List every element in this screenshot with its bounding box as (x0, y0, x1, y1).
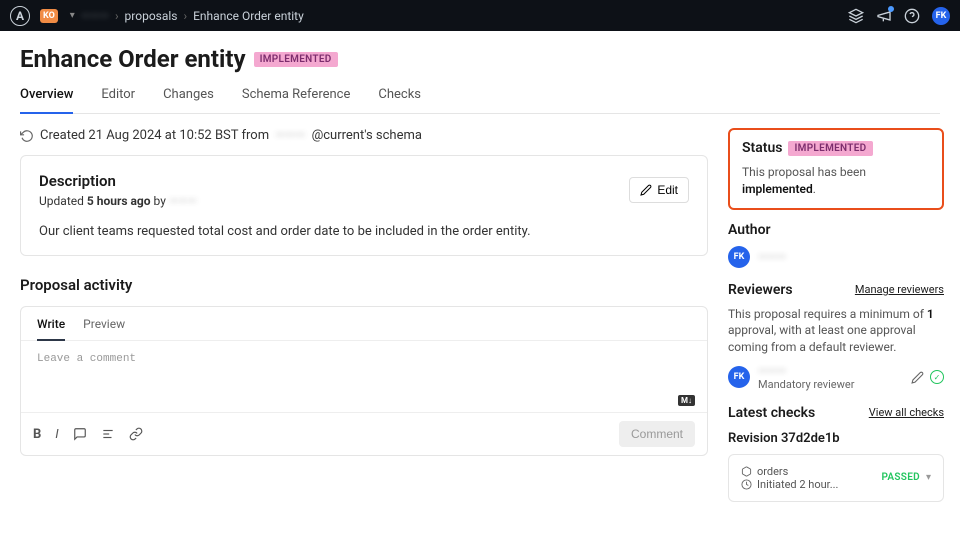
breadcrumb-org[interactable]: ——— (81, 9, 109, 23)
quote-icon[interactable] (73, 427, 87, 441)
author-section: Author FK ——— (728, 222, 944, 268)
preview-tab[interactable]: Preview (83, 317, 125, 340)
breadcrumb-current: Enhance Order entity (193, 9, 304, 23)
sidebar: Status IMPLEMENTED This proposal has bee… (728, 114, 960, 548)
status-badge-side: IMPLEMENTED (788, 141, 872, 156)
reviewer-avatar: FK (728, 366, 750, 388)
main-content: Created 21 Aug 2024 at 10:52 BST from ——… (0, 114, 728, 548)
user-avatar[interactable]: FK (932, 7, 950, 25)
comment-button[interactable]: Comment (619, 421, 695, 447)
check-result-card[interactable]: orders Initiated 2 hour... PASSED ▾ (728, 454, 944, 502)
write-tab[interactable]: Write (37, 317, 65, 341)
chevron-down-icon[interactable]: ▾ (70, 10, 75, 21)
checks-title: Latest checks (728, 405, 815, 421)
reviewer-name: ——— (758, 364, 854, 378)
layers-icon[interactable] (848, 8, 864, 24)
top-bar: A KO ▾ ——— › proposals › Enhance Order e… (0, 0, 960, 31)
tab-checks[interactable]: Checks (378, 87, 421, 113)
tabs: Overview Editor Changes Schema Reference… (20, 87, 940, 114)
clock-icon (741, 479, 752, 490)
status-badge: IMPLEMENTED (254, 52, 338, 67)
revision-label: Revision 37d2de1b (728, 431, 944, 446)
page-header: Enhance Order entity IMPLEMENTED Overvie… (0, 31, 960, 114)
cube-icon (741, 466, 752, 477)
tab-changes[interactable]: Changes (163, 87, 214, 113)
markdown-badge: M↓ (678, 395, 695, 406)
org-badge[interactable]: KO (40, 9, 58, 23)
reviewers-title: Reviewers (728, 282, 793, 298)
status-callout: Status IMPLEMENTED This proposal has bee… (728, 128, 944, 210)
description-title: Description (39, 172, 197, 190)
comment-box: Write Preview Leave a comment M↓ B I Com… (20, 306, 708, 456)
breadcrumb-separator: › (184, 9, 188, 23)
help-icon[interactable] (904, 8, 920, 24)
announcement-icon[interactable] (876, 8, 892, 24)
status-title: Status (742, 140, 782, 156)
list-icon[interactable] (101, 427, 115, 441)
approved-icon: ✓ (930, 370, 944, 384)
chevron-down-icon[interactable]: ▾ (926, 472, 931, 483)
checks-section: Latest checks View all checks Revision 3… (728, 405, 944, 502)
author-name: ——— (758, 250, 786, 264)
edit-reviewer-icon[interactable] (911, 371, 924, 384)
check-status: PASSED (881, 472, 919, 483)
activity-title: Proposal activity (20, 276, 708, 294)
description-card: Description Updated 5 hours ago by ——— E… (20, 155, 708, 256)
tab-editor[interactable]: Editor (101, 87, 135, 113)
view-all-checks-link[interactable]: View all checks (869, 406, 944, 419)
reviewer-role: Mandatory reviewer (758, 378, 854, 391)
manage-reviewers-link[interactable]: Manage reviewers (855, 283, 944, 296)
page-title: Enhance Order entity (20, 45, 246, 73)
tab-schema-reference[interactable]: Schema Reference (242, 87, 351, 113)
comment-input[interactable]: Leave a comment (21, 341, 707, 395)
link-icon[interactable] (129, 427, 143, 441)
tab-overview[interactable]: Overview (20, 87, 73, 114)
edit-button[interactable]: Edit (629, 177, 689, 203)
breadcrumb-proposals[interactable]: proposals (125, 9, 178, 23)
created-info: Created 21 Aug 2024 at 10:52 BST from ——… (20, 128, 708, 143)
breadcrumb-separator: › (115, 9, 119, 23)
author-avatar: FK (728, 246, 750, 268)
apollo-logo[interactable]: A (10, 6, 30, 26)
notification-dot (888, 6, 894, 12)
description-body: Our client teams requested total cost an… (39, 224, 689, 239)
comment-toolbar: B I Comment (21, 412, 707, 455)
bold-icon[interactable]: B (33, 427, 41, 442)
reviewers-section: Reviewers Manage reviewers This proposal… (728, 282, 944, 391)
author-title: Author (728, 222, 944, 238)
history-icon (20, 129, 34, 143)
italic-icon[interactable]: I (55, 427, 58, 442)
